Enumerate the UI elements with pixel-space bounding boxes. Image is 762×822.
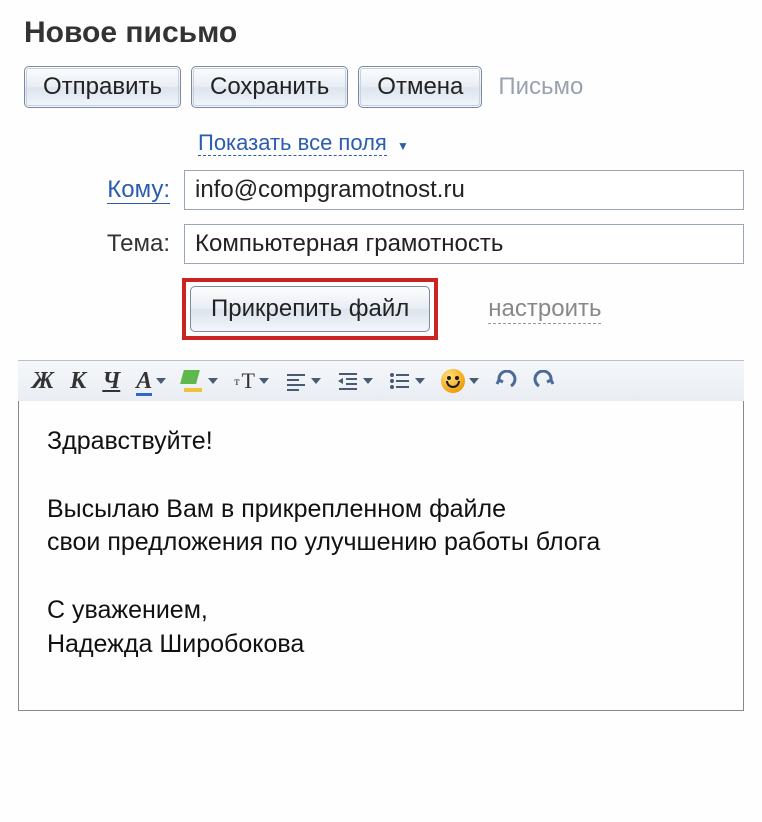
italic-icon: К bbox=[70, 369, 86, 393]
caret-icon bbox=[363, 378, 373, 384]
font-size-button[interactable]: тТ bbox=[230, 368, 273, 394]
save-button[interactable]: Сохранить bbox=[191, 66, 348, 108]
list-button[interactable] bbox=[385, 368, 429, 394]
redo-button[interactable] bbox=[529, 368, 559, 394]
editor-toolbar: Ж К Ч А тТ bbox=[18, 360, 744, 401]
emoji-button[interactable] bbox=[437, 367, 483, 395]
caret-icon bbox=[208, 378, 218, 384]
underline-icon: Ч bbox=[102, 369, 120, 393]
message-body[interactable]: Здравствуйте! Высылаю Вам в прикрепленно… bbox=[18, 401, 744, 711]
caret-icon bbox=[156, 378, 166, 384]
main-toolbar: Отправить Сохранить Отмена Письмо bbox=[24, 66, 744, 108]
redo-icon bbox=[533, 370, 555, 392]
caret-icon bbox=[259, 378, 269, 384]
show-all-fields-link[interactable]: Показать все поля bbox=[198, 130, 387, 156]
align-button[interactable] bbox=[281, 368, 325, 394]
chevron-down-icon: ▼ bbox=[397, 139, 409, 153]
caret-icon bbox=[415, 378, 425, 384]
highlight-color-button[interactable] bbox=[178, 368, 222, 394]
caret-icon bbox=[311, 378, 321, 384]
highlight-icon bbox=[182, 370, 204, 392]
undo-icon bbox=[495, 370, 517, 392]
attach-highlight-box: Прикрепить файл bbox=[182, 278, 438, 340]
italic-button[interactable]: К bbox=[66, 367, 90, 395]
indent-button[interactable] bbox=[333, 368, 377, 394]
to-input[interactable] bbox=[184, 170, 744, 210]
caret-icon bbox=[469, 378, 479, 384]
subject-input[interactable] bbox=[184, 224, 744, 264]
subject-label: Тема: bbox=[24, 230, 184, 258]
font-color-button[interactable]: А bbox=[132, 367, 170, 395]
to-label-link[interactable]: Кому: bbox=[107, 176, 170, 204]
font-color-icon: А bbox=[136, 369, 152, 393]
align-icon bbox=[285, 370, 307, 392]
list-icon bbox=[389, 370, 411, 392]
indent-icon bbox=[337, 370, 359, 392]
emoji-icon bbox=[441, 369, 465, 393]
configure-link[interactable]: настроить bbox=[488, 295, 601, 324]
attach-file-button[interactable]: Прикрепить файл bbox=[190, 286, 430, 332]
underline-button[interactable]: Ч bbox=[98, 367, 124, 395]
cancel-button[interactable]: Отмена bbox=[358, 66, 482, 108]
send-button[interactable]: Отправить bbox=[24, 66, 181, 108]
page-title: Новое письмо bbox=[24, 16, 744, 50]
undo-button[interactable] bbox=[491, 368, 521, 394]
mode-label: Письмо bbox=[498, 73, 583, 101]
bold-button[interactable]: Ж bbox=[28, 367, 58, 395]
bold-icon: Ж bbox=[32, 369, 54, 393]
